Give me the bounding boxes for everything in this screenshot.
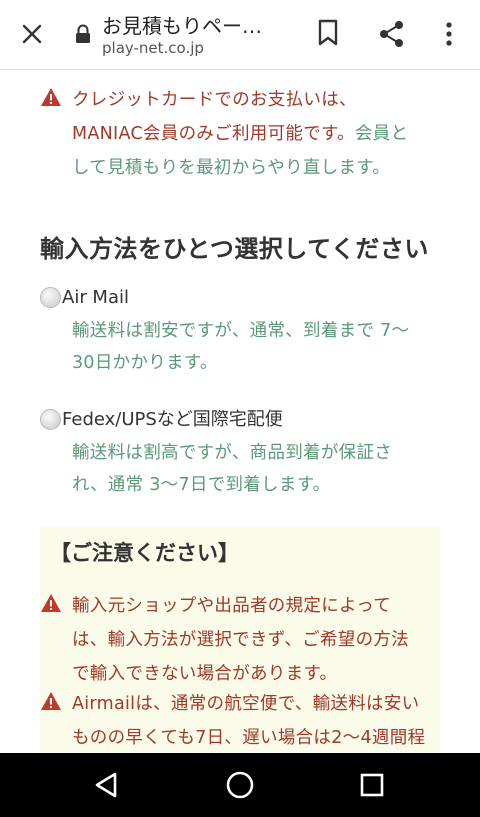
caution-item-line2: ものの早くても7日、遅い場合は2〜4週間程 [72, 728, 426, 748]
warning-icon [41, 88, 61, 106]
option-description: 輸送料は割安ですが、通常、到着まで 7〜 30日かかります。 [72, 315, 442, 379]
caution-item: Airmailは、通常の航空便で、輸送料は安い ものの早くても7日、遅い場合は2… [40, 687, 440, 753]
payment-warning-line2-red: MANIAC会員のみご利用可能です。 [72, 124, 355, 144]
option-description-line1: 輸送料は割高ですが、商品到着が保証さ [72, 443, 393, 463]
caution-item: 輸入元ショップや出品者の規定によって は、輸入方法が選択できず、ご希望の方法 で… [40, 589, 440, 693]
warning-icon [41, 594, 61, 612]
more-options-button[interactable] [436, 16, 462, 52]
bookmark-button[interactable] [312, 16, 344, 50]
option-label[interactable]: Fedex/UPSなど国際宅配便 [62, 403, 283, 437]
back-button[interactable] [88, 769, 124, 801]
warning-icon [41, 692, 61, 710]
bookmark-icon [318, 19, 338, 46]
close-icon [22, 24, 42, 44]
more-vert-icon [446, 22, 452, 46]
option-description-line2: れ、通常 3〜7日で到着します。 [72, 475, 331, 495]
back-icon [95, 772, 117, 798]
home-icon [226, 771, 254, 799]
page-content[interactable]: クレジットカードでのお支払いは、 MANIAC会員のみご利用可能です。会員と し… [0, 71, 480, 753]
caution-item-line3: で輸入できない場合があります。 [72, 664, 338, 684]
page-url[interactable]: play-net.co.jp [102, 39, 204, 57]
caution-item-line1: Airmailは、通常の航空便で、輸送料は安い [72, 694, 420, 714]
caution-item-line1: 輸入元ショップや出品者の規定によって [72, 596, 391, 616]
share-icon [380, 21, 403, 47]
close-button[interactable] [14, 16, 50, 52]
browser-toolbar: お見積もりペー… play-net.co.jp [0, 0, 480, 70]
share-button[interactable] [374, 16, 410, 52]
caution-box: 【ご注意ください】 輸入元ショップや出品者の規定によって は、輸入方法が選択でき… [40, 527, 440, 753]
option-description-line2: 30日かかります。 [72, 353, 218, 373]
caution-title: 【ご注意ください】 [50, 541, 239, 565]
system-nav-bar [0, 753, 480, 817]
payment-warning: クレジットカードでのお支払いは、 MANIAC会員のみご利用可能です。会員と し… [40, 83, 440, 187]
option-courier[interactable]: Fedex/UPSなど国際宅配便 輸送料は割高ですが、商品到着が保証さ れ、通常… [40, 403, 450, 503]
home-button[interactable] [222, 767, 258, 803]
lock-icon [76, 24, 90, 43]
radio-airmail[interactable] [40, 287, 61, 308]
radio-courier[interactable] [40, 409, 61, 430]
recents-icon [360, 773, 384, 797]
payment-warning-line2-green: 会員と [354, 124, 409, 144]
option-description: 輸送料は割高ですが、商品到着が保証さ れ、通常 3〜7日で到着します。 [72, 437, 442, 501]
option-description-line1: 輸送料は割安ですが、通常、到着まで 7〜 [72, 321, 410, 341]
option-airmail[interactable]: Air Mail 輸送料は割安ですが、通常、到着まで 7〜 30日かかります。 [40, 281, 450, 381]
option-label[interactable]: Air Mail [62, 281, 129, 315]
payment-warning-line3: して見積もりを最初からやり直します。 [72, 158, 391, 178]
recents-button[interactable] [356, 769, 388, 801]
payment-warning-line1: クレジットカードでのお支払いは、 [72, 90, 357, 110]
import-method-heading: 輸入方法をひとつ選択してください [40, 235, 429, 263]
page-title[interactable]: お見積もりペー… [102, 10, 262, 39]
caution-item-line2: は、輸入方法が選択できず、ご希望の方法 [72, 630, 409, 650]
